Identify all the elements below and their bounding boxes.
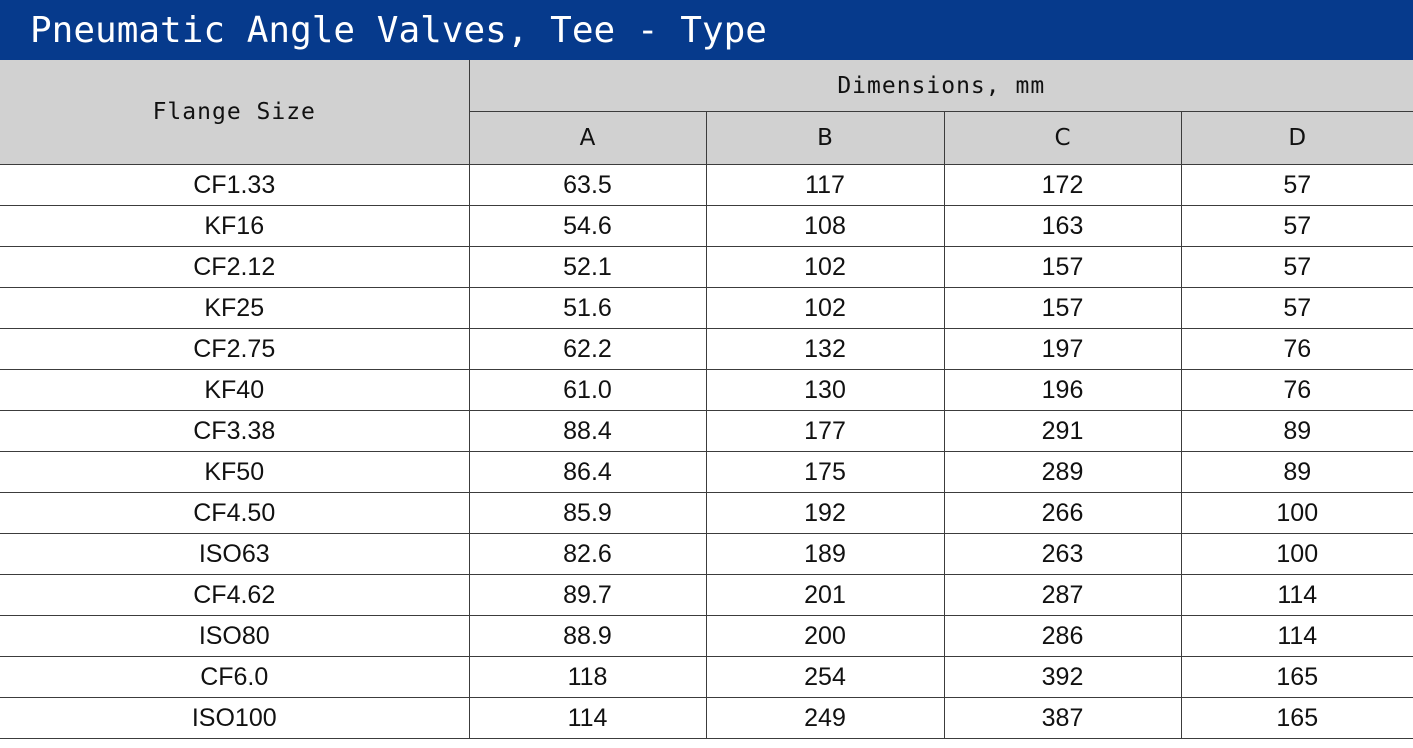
dimension-c-cell: 392 bbox=[943, 656, 1182, 698]
flange-size-cell: CF2.75 bbox=[0, 328, 470, 370]
dimension-a-cell: 82.6 bbox=[468, 533, 707, 575]
page-title: Pneumatic Angle Valves, Tee - Type bbox=[0, 0, 1413, 60]
dimensions-group-header: Dimensions, mm bbox=[468, 60, 1413, 112]
flange-size-cell: CF6.0 bbox=[0, 656, 470, 698]
table-body: CF1.33 63.5 117 172 57 KF16 54.6 108 163 57 CF2.12… bbox=[0, 164, 1413, 739]
flange-size-cell: CF4.62 bbox=[0, 574, 470, 616]
table-row: CF2.75 62.2 132 197 76 bbox=[0, 328, 1413, 370]
column-header-c: C bbox=[943, 111, 1182, 165]
dimension-a-cell: 62.2 bbox=[468, 328, 707, 370]
column-header-d: D bbox=[1180, 111, 1413, 165]
dimension-b-cell: 254 bbox=[705, 656, 945, 698]
dimension-a-cell: 86.4 bbox=[468, 451, 707, 493]
dimension-b-cell: 130 bbox=[705, 369, 945, 411]
dimension-d-cell: 57 bbox=[1180, 246, 1413, 288]
dimension-c-cell: 291 bbox=[943, 410, 1182, 452]
dimension-b-cell: 132 bbox=[705, 328, 945, 370]
dimension-a-cell: 88.4 bbox=[468, 410, 707, 452]
column-header-b: B bbox=[705, 111, 945, 165]
flange-size-cell: CF4.50 bbox=[0, 492, 470, 534]
dimension-d-cell: 76 bbox=[1180, 369, 1413, 411]
dimension-c-cell: 157 bbox=[943, 287, 1182, 329]
table-row: KF40 61.0 130 196 76 bbox=[0, 369, 1413, 411]
dimension-c-cell: 197 bbox=[943, 328, 1182, 370]
flange-size-cell: KF50 bbox=[0, 451, 470, 493]
dimension-b-cell: 201 bbox=[705, 574, 945, 616]
dimension-a-cell: 118 bbox=[468, 656, 707, 698]
table-row: ISO63 82.6 189 263 100 bbox=[0, 533, 1413, 575]
dimension-c-cell: 286 bbox=[943, 615, 1182, 657]
dimension-c-cell: 172 bbox=[943, 164, 1182, 206]
dimension-b-cell: 102 bbox=[705, 287, 945, 329]
dimension-a-cell: 63.5 bbox=[468, 164, 707, 206]
dimension-a-cell: 51.6 bbox=[468, 287, 707, 329]
table-row: ISO100 114 249 387 165 bbox=[0, 697, 1413, 739]
dimension-c-cell: 157 bbox=[943, 246, 1182, 288]
dimension-d-cell: 57 bbox=[1180, 205, 1413, 247]
dimension-c-cell: 163 bbox=[943, 205, 1182, 247]
dimension-d-cell: 76 bbox=[1180, 328, 1413, 370]
dimension-a-cell: 54.6 bbox=[468, 205, 707, 247]
dimension-b-cell: 189 bbox=[705, 533, 945, 575]
dimension-b-cell: 108 bbox=[705, 205, 945, 247]
dimension-a-cell: 114 bbox=[468, 697, 707, 739]
dimension-d-cell: 57 bbox=[1180, 164, 1413, 206]
dimension-c-cell: 196 bbox=[943, 369, 1182, 411]
dimension-a-cell: 88.9 bbox=[468, 615, 707, 657]
dimension-b-cell: 117 bbox=[705, 164, 945, 206]
table-row: KF16 54.6 108 163 57 bbox=[0, 205, 1413, 247]
table-row: KF50 86.4 175 289 89 bbox=[0, 451, 1413, 493]
flange-size-cell: ISO80 bbox=[0, 615, 470, 657]
flange-size-cell: KF25 bbox=[0, 287, 470, 329]
dimension-d-cell: 165 bbox=[1180, 656, 1413, 698]
flange-size-cell: ISO100 bbox=[0, 697, 470, 739]
table-row: KF25 51.6 102 157 57 bbox=[0, 287, 1413, 329]
dimension-a-cell: 52.1 bbox=[468, 246, 707, 288]
flange-size-header: Flange Size bbox=[0, 60, 470, 165]
table-row: CF2.12 52.1 102 157 57 bbox=[0, 246, 1413, 288]
flange-size-cell: CF3.38 bbox=[0, 410, 470, 452]
dimension-d-cell: 114 bbox=[1180, 615, 1413, 657]
table-row: CF4.62 89.7 201 287 114 bbox=[0, 574, 1413, 616]
dimension-c-cell: 263 bbox=[943, 533, 1182, 575]
flange-size-cell: KF40 bbox=[0, 369, 470, 411]
dimension-a-cell: 61.0 bbox=[468, 369, 707, 411]
dimension-c-cell: 387 bbox=[943, 697, 1182, 739]
dimension-d-cell: 165 bbox=[1180, 697, 1413, 739]
dimension-c-cell: 287 bbox=[943, 574, 1182, 616]
dimension-c-cell: 289 bbox=[943, 451, 1182, 493]
dimension-b-cell: 177 bbox=[705, 410, 945, 452]
dimension-b-cell: 102 bbox=[705, 246, 945, 288]
dimension-d-cell: 89 bbox=[1180, 451, 1413, 493]
dimension-b-cell: 200 bbox=[705, 615, 945, 657]
dimension-a-cell: 85.9 bbox=[468, 492, 707, 534]
table-row: CF6.0 118 254 392 165 bbox=[0, 656, 1413, 698]
dimension-d-cell: 89 bbox=[1180, 410, 1413, 452]
dimension-b-cell: 175 bbox=[705, 451, 945, 493]
flange-size-cell: CF2.12 bbox=[0, 246, 470, 288]
table-row: ISO80 88.9 200 286 114 bbox=[0, 615, 1413, 657]
table-row: CF1.33 63.5 117 172 57 bbox=[0, 164, 1413, 206]
dimension-b-cell: 192 bbox=[705, 492, 945, 534]
dimensions-table: Flange Size Dimensions, mm A B C D CF1.3… bbox=[0, 60, 1413, 739]
dimension-c-cell: 266 bbox=[943, 492, 1182, 534]
dimension-b-cell: 249 bbox=[705, 697, 945, 739]
dimension-d-cell: 57 bbox=[1180, 287, 1413, 329]
flange-size-cell: CF1.33 bbox=[0, 164, 470, 206]
column-header-a: A bbox=[468, 111, 707, 165]
dimension-a-cell: 89.7 bbox=[468, 574, 707, 616]
flange-size-cell: ISO63 bbox=[0, 533, 470, 575]
table-row: CF4.50 85.9 192 266 100 bbox=[0, 492, 1413, 534]
dimension-d-cell: 114 bbox=[1180, 574, 1413, 616]
dimension-d-cell: 100 bbox=[1180, 492, 1413, 534]
table-row: CF3.38 88.4 177 291 89 bbox=[0, 410, 1413, 452]
dimension-d-cell: 100 bbox=[1180, 533, 1413, 575]
flange-size-cell: KF16 bbox=[0, 205, 470, 247]
